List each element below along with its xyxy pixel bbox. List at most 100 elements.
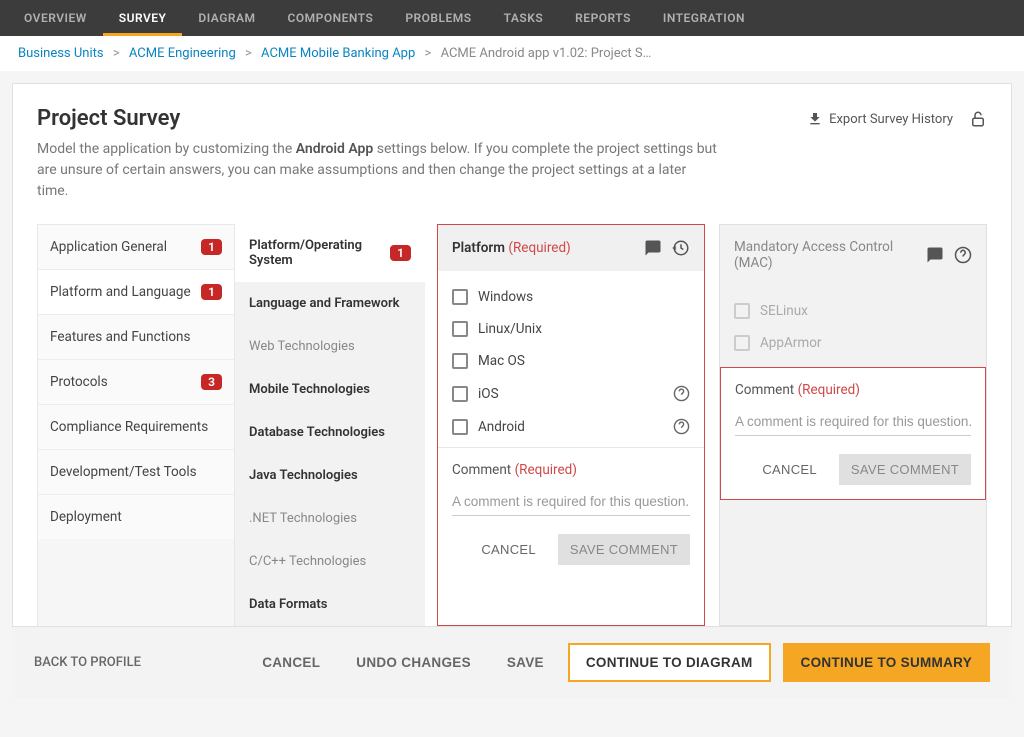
- cancel-comment-button[interactable]: CANCEL: [471, 534, 546, 565]
- breadcrumb-current: ACME Android app v1.02: Project S…: [441, 46, 652, 61]
- sidebar-item-protocols[interactable]: Protocols 3: [38, 360, 234, 405]
- comment-input[interactable]: [452, 490, 690, 516]
- checkbox-icon[interactable]: [452, 419, 468, 435]
- export-label: Export Survey History: [829, 112, 953, 127]
- cancel-comment-button[interactable]: CANCEL: [752, 454, 827, 485]
- checkbox-row[interactable]: Mac OS: [452, 345, 690, 377]
- breadcrumb-link[interactable]: Business Units: [18, 46, 104, 61]
- checkbox-row[interactable]: Windows: [452, 281, 690, 313]
- sidebar-item-label: Compliance Requirements: [50, 419, 208, 435]
- back-to-profile-button[interactable]: BACK TO PROFILE: [34, 655, 141, 670]
- sidebar-item-features-functions[interactable]: Features and Functions: [38, 315, 234, 360]
- breadcrumb: Business Units > ACME Engineering > ACME…: [0, 36, 1024, 71]
- breadcrumb-link[interactable]: ACME Mobile Banking App: [261, 46, 415, 61]
- cancel-button[interactable]: CANCEL: [250, 645, 332, 680]
- subnav-database-technologies[interactable]: Database Technologies: [235, 411, 425, 454]
- page-subtitle: Model the application by customizing the…: [37, 139, 717, 202]
- subnav-platform-os[interactable]: Platform/Operating System 1: [235, 224, 425, 282]
- checkbox-icon: [734, 303, 750, 319]
- sidebar-item-label: Development/Test Tools: [50, 464, 197, 480]
- breadcrumb-separator: >: [113, 46, 120, 61]
- top-tabs: OVERVIEW SURVEY DIAGRAM COMPONENTS PROBL…: [0, 0, 1024, 36]
- tab-overview[interactable]: OVERVIEW: [8, 0, 103, 36]
- sidebar-item-label: Features and Functions: [50, 329, 190, 345]
- checkbox-icon[interactable]: [452, 321, 468, 337]
- sidebar-item-dev-test-tools[interactable]: Development/Test Tools: [38, 450, 234, 495]
- subcategory-nav: Platform/Operating System 1 Language and…: [235, 224, 425, 626]
- help-icon[interactable]: [954, 246, 972, 264]
- checkbox-row[interactable]: Linux/Unix: [452, 313, 690, 345]
- survey-category-nav: Application General 1 Platform and Langu…: [37, 224, 235, 626]
- continue-to-summary-button[interactable]: CONTINUE TO SUMMARY: [783, 643, 990, 682]
- subnav-data-formats[interactable]: Data Formats: [235, 583, 425, 626]
- tab-components[interactable]: COMPONENTS: [272, 0, 390, 36]
- checkbox-label: SELinux: [760, 303, 808, 319]
- tab-reports[interactable]: REPORTS: [559, 0, 647, 36]
- continue-to-diagram-button[interactable]: CONTINUE TO DIAGRAM: [568, 643, 771, 682]
- comment-icon[interactable]: [644, 239, 662, 257]
- checkbox-label: Windows: [478, 289, 533, 305]
- tab-problems[interactable]: PROBLEMS: [389, 0, 487, 36]
- tab-integration[interactable]: INTEGRATION: [647, 0, 761, 36]
- comment-label-text: Comment: [735, 382, 794, 398]
- breadcrumb-separator: >: [245, 46, 252, 61]
- required-label: (Required): [798, 382, 860, 398]
- subnav-mobile-technologies[interactable]: Mobile Technologies: [235, 368, 425, 411]
- subtitle-bold: Android App: [296, 141, 374, 157]
- subnav-dotnet-technologies[interactable]: .NET Technologies: [235, 497, 425, 540]
- history-icon[interactable]: [672, 239, 690, 257]
- sidebar-item-compliance[interactable]: Compliance Requirements: [38, 405, 234, 450]
- export-survey-history[interactable]: Export Survey History: [807, 111, 953, 127]
- sidebar-item-label: Platform and Language: [50, 284, 191, 300]
- subnav-web-technologies[interactable]: Web Technologies: [235, 325, 425, 368]
- save-comment-button[interactable]: SAVE COMMENT: [839, 454, 971, 485]
- lock-icon[interactable]: [969, 110, 987, 128]
- checkbox-row[interactable]: Android: [452, 410, 690, 443]
- subnav-language-framework[interactable]: Language and Framework: [235, 282, 425, 325]
- help-icon[interactable]: [673, 418, 690, 435]
- sidebar-item-label: Application General: [50, 239, 167, 255]
- badge: 3: [201, 374, 222, 390]
- undo-changes-button[interactable]: UNDO CHANGES: [344, 645, 483, 680]
- sidebar-item-application-general[interactable]: Application General 1: [38, 225, 234, 270]
- subnav-java-technologies[interactable]: Java Technologies: [235, 454, 425, 497]
- checkbox-label: AppArmor: [760, 335, 821, 351]
- checkbox-icon[interactable]: [452, 353, 468, 369]
- mac-card-title: Mandatory Access Control (MAC): [734, 239, 926, 271]
- required-label: (Required): [508, 240, 570, 256]
- breadcrumb-link[interactable]: ACME Engineering: [129, 46, 236, 61]
- mac-card: Mandatory Access Control (MAC): [719, 224, 987, 626]
- checkbox-icon: [734, 335, 750, 351]
- checkbox-icon[interactable]: [452, 289, 468, 305]
- badge: 1: [201, 284, 222, 300]
- platform-card: Platform (Required): [437, 224, 705, 626]
- comment-input[interactable]: [735, 410, 971, 436]
- help-icon[interactable]: [673, 385, 690, 402]
- page-header: Project Survey Model the application by …: [37, 106, 987, 202]
- comment-label-text: Comment: [452, 462, 511, 478]
- checkbox-label: Android: [478, 419, 525, 435]
- checkbox-label: iOS: [478, 386, 499, 402]
- comment-icon[interactable]: [926, 246, 944, 264]
- checkbox-icon[interactable]: [452, 386, 468, 402]
- mac-comment-section: Comment (Required) CANCEL SAVE COMMENT: [720, 367, 986, 500]
- subtitle-text: Model the application by customizing the: [37, 141, 296, 157]
- save-button[interactable]: SAVE: [495, 645, 556, 680]
- comment-label: Comment (Required): [452, 462, 690, 478]
- sidebar-item-platform-language[interactable]: Platform and Language 1: [38, 270, 234, 315]
- save-comment-button[interactable]: SAVE COMMENT: [558, 534, 690, 565]
- checkbox-label: Linux/Unix: [478, 321, 542, 337]
- footer-bar: BACK TO PROFILE CANCEL UNDO CHANGES SAVE…: [12, 627, 1012, 698]
- badge: 1: [201, 239, 222, 255]
- tab-diagram[interactable]: DIAGRAM: [182, 0, 271, 36]
- checkbox-row: AppArmor: [734, 327, 972, 359]
- card-title-text: Platform: [452, 240, 505, 256]
- checkbox-row[interactable]: iOS: [452, 377, 690, 410]
- tab-tasks[interactable]: TASKS: [488, 0, 560, 36]
- sidebar-item-deployment[interactable]: Deployment: [38, 495, 234, 539]
- tab-survey[interactable]: SURVEY: [103, 0, 183, 36]
- download-icon: [807, 111, 823, 127]
- required-label: (Required): [515, 462, 577, 478]
- checkbox-row: SELinux: [734, 295, 972, 327]
- subnav-c-cpp-technologies[interactable]: C/C++ Technologies: [235, 540, 425, 583]
